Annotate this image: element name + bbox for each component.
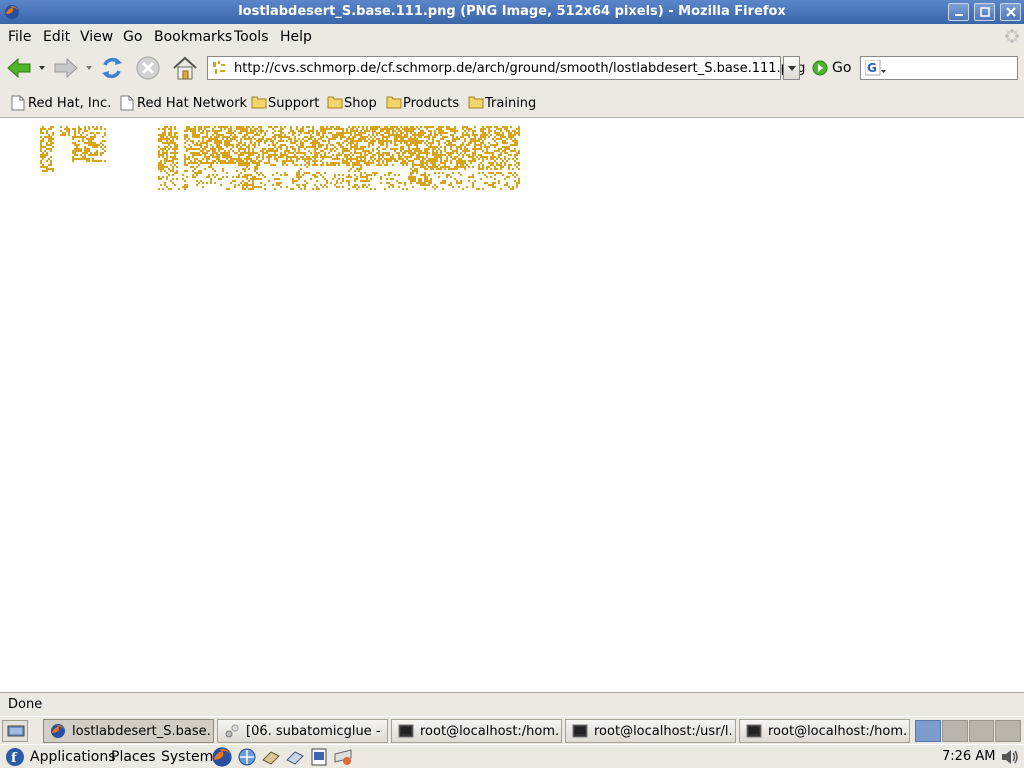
task-label: lostlabdesert_S.base... (72, 724, 210, 739)
launcher-writer[interactable] (260, 746, 282, 768)
menu-file[interactable]: File (8, 29, 31, 45)
window-title: lostlabdesert_S.base.111.png (PNG Image,… (238, 4, 786, 19)
launcher-network[interactable] (332, 746, 354, 768)
folder-icon (327, 96, 343, 109)
workspace-4[interactable] (995, 720, 1021, 742)
stop-icon (136, 56, 160, 80)
page-favicon-icon (213, 61, 225, 74)
folder-icon (386, 96, 402, 109)
desert-tile-image[interactable] (8, 126, 520, 190)
openoffice-calc-icon (311, 748, 327, 766)
applications-menu[interactable]: Applications (30, 749, 116, 765)
launcher-evolution[interactable] (236, 746, 258, 768)
bookmark-label: Shop (344, 96, 377, 111)
terminal-icon (572, 724, 588, 738)
clock[interactable]: 7:26 AM (942, 749, 995, 764)
bookmark-label: Red Hat, Inc. (28, 96, 112, 111)
forward-button[interactable] (51, 53, 81, 83)
menu-bar: File Edit View Go Bookmarks Tools Help (0, 24, 1024, 49)
status-text: Done (8, 697, 43, 712)
volume-icon[interactable] (1000, 748, 1020, 766)
bookmarks-toolbar: Red Hat, Inc. Red Hat Network Support Sh… (0, 87, 1024, 118)
back-button[interactable] (4, 53, 34, 83)
menu-go[interactable]: Go (123, 29, 142, 45)
reload-icon (102, 58, 122, 78)
task-terminal-3[interactable]: root@localhost:/hom... (739, 719, 910, 743)
bookmark-label: Products (403, 96, 460, 111)
launcher-impress[interactable] (284, 746, 306, 768)
task-terminal-2[interactable]: root@localhost:/usr/l... (565, 719, 736, 743)
bookmark-label: Support (268, 96, 320, 111)
folder-icon (468, 96, 484, 109)
workspace-2[interactable] (941, 720, 968, 742)
openoffice-impress-icon (286, 751, 304, 765)
task-media-player[interactable]: [06. subatomicglue - ... (217, 719, 388, 743)
url-bar[interactable]: http://cvs.schmorp.de/cf.schmorp.de/arch… (207, 56, 805, 80)
task-label: root@localhost:/hom... (420, 724, 558, 739)
menu-bookmarks[interactable]: Bookmarks (154, 29, 232, 45)
firefox-icon (51, 724, 65, 738)
url-history-dropdown[interactable] (783, 56, 800, 80)
task-terminal-1[interactable]: root@localhost:/hom... (391, 719, 562, 743)
google-search-engine-icon[interactable]: G (865, 60, 887, 76)
close-button[interactable] (1000, 3, 1021, 21)
navigation-toolbar: http://cvs.schmorp.de/cf.schmorp.de/arch… (0, 49, 1024, 87)
status-bar: Done (0, 692, 1024, 716)
gnome-panel: f Applications Places System 7:26 AM (0, 744, 1024, 768)
minimize-button[interactable] (948, 3, 969, 21)
activity-throbber-icon (1005, 29, 1019, 43)
task-label: root@localhost:/hom... (768, 724, 906, 739)
network-icon (334, 749, 352, 765)
task-firefox[interactable]: lostlabdesert_S.base... (43, 719, 214, 743)
menu-edit[interactable]: Edit (43, 29, 70, 45)
folder-icon (251, 96, 267, 109)
maximize-button[interactable] (974, 3, 995, 21)
window-list-taskbar: lostlabdesert_S.base... [06. subatomicgl… (0, 716, 1024, 744)
url-text: http://cvs.schmorp.de/cf.schmorp.de/arch… (234, 61, 806, 76)
reload-button[interactable] (97, 53, 127, 83)
page-content (0, 118, 1024, 692)
task-label: [06. subatomicglue - ... (246, 724, 384, 739)
stop-button[interactable] (133, 53, 163, 83)
firefox-icon (212, 747, 232, 767)
forward-dropdown-icon[interactable] (85, 64, 93, 72)
forward-arrow-icon (54, 57, 78, 79)
minimize-icon (955, 14, 963, 16)
menu-tools[interactable]: Tools (234, 29, 269, 45)
evolution-icon (238, 748, 256, 766)
close-icon (1006, 7, 1016, 17)
bookmark-label: Training (485, 96, 537, 111)
workspace-3[interactable] (968, 720, 995, 742)
search-input[interactable]: G (860, 56, 1018, 80)
back-arrow-icon (7, 57, 31, 79)
openoffice-writer-icon (262, 751, 280, 765)
home-icon (173, 56, 197, 80)
workspace-1[interactable] (915, 720, 941, 742)
menu-help[interactable]: Help (280, 29, 312, 45)
launcher-firefox[interactable] (211, 746, 233, 768)
launcher-calc[interactable] (308, 746, 330, 768)
show-desktop-button[interactable] (2, 720, 28, 742)
page-icon (11, 95, 25, 111)
media-player-icon (225, 724, 239, 738)
go-arrow-icon (812, 60, 828, 76)
fedora-logo-icon: f (6, 748, 24, 766)
menu-view[interactable]: View (80, 29, 113, 45)
task-label: root@localhost:/usr/l... (594, 724, 732, 739)
back-dropdown-icon[interactable] (38, 64, 46, 72)
svg-text:G: G (867, 61, 877, 75)
maximize-icon (980, 7, 990, 17)
home-button[interactable] (170, 53, 200, 83)
page-icon (120, 95, 134, 111)
window-titlebar[interactable]: lostlabdesert_S.base.111.png (PNG Image,… (0, 0, 1024, 24)
places-menu[interactable]: Places (111, 749, 156, 765)
terminal-icon (398, 724, 414, 738)
terminal-icon (746, 724, 762, 738)
go-label: Go (832, 60, 852, 76)
chevron-down-icon (788, 66, 796, 71)
bookmark-label: Red Hat Network (137, 96, 248, 111)
system-menu[interactable]: System (161, 749, 213, 765)
show-desktop-icon (7, 725, 25, 737)
workspace-switcher[interactable] (915, 720, 1021, 742)
